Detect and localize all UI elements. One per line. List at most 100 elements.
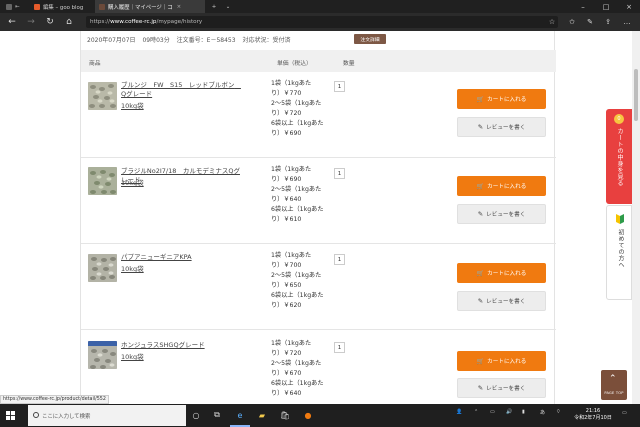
- volume-icon[interactable]: 🔊: [506, 409, 512, 415]
- ime-icon[interactable]: あ: [540, 409, 545, 416]
- chevron-down-icon: ⌄: [225, 3, 231, 10]
- cart-button-label: カートに入れる: [487, 97, 527, 103]
- refresh-icon: ↻: [46, 16, 54, 27]
- refresh-button[interactable]: ↻: [44, 16, 56, 28]
- battery-icon[interactable]: ▮: [522, 409, 525, 415]
- price-list: 1袋（1kgあた り）￥720 2〜5袋（1kgあた り）￥670 6袋以上（1…: [271, 339, 333, 399]
- write-review-button[interactable]: ✎ レビューを書く: [457, 204, 546, 224]
- product-name-link[interactable]: パプアニューギニアKPA: [121, 253, 246, 262]
- write-review-button[interactable]: ✎ レビューを書く: [457, 291, 546, 311]
- add-to-cart-button[interactable]: 🛒 カートに入れる: [457, 176, 546, 196]
- product-size-link[interactable]: 10kg袋: [121, 263, 144, 273]
- close-tab-icon[interactable]: ×: [177, 4, 182, 10]
- new-tab-button[interactable]: +: [208, 0, 220, 13]
- arrow-left-icon: ←: [8, 16, 16, 27]
- product-image[interactable]: [88, 254, 117, 282]
- review-button-label: レビューを書く: [486, 212, 526, 218]
- cart-icon: 🛒: [476, 357, 485, 365]
- add-to-cart-button[interactable]: 🛒 カートに入れる: [457, 89, 546, 109]
- network-icon[interactable]: ▭: [490, 409, 495, 415]
- back-button[interactable]: ←: [6, 16, 18, 28]
- file-explorer-icon[interactable]: ▰: [256, 409, 268, 421]
- product-image[interactable]: [88, 341, 117, 369]
- cart-icon: 🛒: [476, 95, 485, 103]
- taskbar-search-input[interactable]: ここに入力して検索: [28, 405, 186, 426]
- order-detail-button[interactable]: 注文詳細: [354, 34, 386, 44]
- product-image[interactable]: [88, 167, 117, 195]
- coffee-beans-image: [88, 167, 117, 195]
- page-top-button[interactable]: ⌃ PAGE TOP: [601, 370, 627, 400]
- product-name-link[interactable]: ホンジュラスSHGQグレード: [121, 341, 246, 350]
- table-header: 商品 単価（税込） 数量: [81, 50, 556, 72]
- page-scrollbar[interactable]: [632, 31, 640, 404]
- product-image[interactable]: [88, 82, 117, 110]
- write-review-button[interactable]: ✎ レビューを書く: [457, 117, 546, 137]
- share-button[interactable]: ⇪: [602, 16, 614, 28]
- tab-actions-button[interactable]: ⇤: [2, 0, 28, 13]
- windows-start-icon[interactable]: [6, 411, 15, 420]
- edge-browser-icon[interactable]: e: [234, 409, 246, 421]
- favorites-button[interactable]: ✩: [566, 16, 578, 28]
- side-cart-label: カートの中身を見る: [616, 128, 623, 187]
- home-button[interactable]: ⌂: [63, 16, 75, 28]
- price-line: り）￥650: [271, 282, 302, 289]
- pencil-icon: ✎: [477, 384, 484, 392]
- price-list: 1袋（1kgあた り）￥700 2〜5袋（1kgあた り）￥650 6袋以上（1…: [271, 251, 333, 311]
- notification-icon[interactable]: ▭: [622, 410, 627, 416]
- price-line: り）￥720: [271, 350, 302, 357]
- beginner-mark-icon: [616, 214, 624, 224]
- wifi-icon[interactable]: ⌔: [556, 409, 561, 415]
- product-size-link[interactable]: 10kg袋: [121, 100, 144, 110]
- browser-tab-bar: ⇤ 編集 – goo blog 購入履歴｜マイページ｜コ × + ⌄ – □ ×: [0, 0, 640, 13]
- address-bar[interactable]: https://www.coffee-rc.jp/mypage/history: [86, 16, 558, 28]
- product-size-link[interactable]: 10kg袋: [121, 177, 144, 187]
- arrow-up-icon: ⌃: [609, 374, 617, 384]
- more-button[interactable]: …: [621, 16, 633, 28]
- people-icon[interactable]: 👤: [456, 409, 462, 415]
- order-number: 注文番号：E－58453: [176, 37, 236, 44]
- cart-icon: 🛒: [476, 182, 485, 190]
- coffee-beans-image: [88, 254, 117, 282]
- product-name-link[interactable]: ブルンジ FW S15 レッドブルボン Qグレード: [121, 81, 246, 99]
- clock-date: 令和2年7月10日: [574, 415, 612, 421]
- firefox-icon[interactable]: ●: [302, 409, 314, 421]
- table-row: ブルンジ FW S15 レッドブルボン Qグレード 10kg袋 1袋（1kgあた…: [81, 72, 556, 158]
- add-to-cart-button[interactable]: 🛒 カートに入れる: [457, 263, 546, 283]
- taskbar-clock[interactable]: 21:16 令和2年7月10日: [571, 408, 615, 422]
- price-list: 1袋（1kgあた り）￥770 2〜5袋（1kgあた り）￥720 6袋以上（1…: [271, 79, 333, 139]
- page-top-label: PAGE TOP: [604, 391, 624, 395]
- order-status: 対応状況：受付済: [242, 37, 291, 44]
- scrollbar-thumb[interactable]: [634, 69, 638, 121]
- tab-list-button[interactable]: ⌄: [222, 0, 234, 13]
- favorite-star-button[interactable]: ☆: [546, 16, 558, 28]
- task-view-icon[interactable]: ⧉: [211, 409, 223, 421]
- minimize-button[interactable]: –: [572, 0, 594, 13]
- arrow-right-icon: →: [27, 16, 35, 27]
- notes-button[interactable]: ✎: [584, 16, 596, 28]
- store-icon[interactable]: 🛍: [279, 409, 291, 421]
- clock-time: 21:16: [585, 408, 601, 414]
- quantity-value: 1: [334, 254, 345, 265]
- web-page: 2020年07月07日 09時03分 注文番号：E－58453 対応状況：受付済…: [0, 31, 640, 404]
- tray-chevron-icon[interactable]: ⌃: [474, 409, 478, 415]
- tab-preview-icon: [6, 3, 12, 10]
- side-cart-button[interactable]: 0 カートの中身を見る: [606, 109, 632, 204]
- price-line: 1袋（1kgあた: [271, 80, 312, 87]
- write-review-button[interactable]: ✎ レビューを書く: [457, 378, 546, 398]
- forward-button[interactable]: →: [25, 16, 37, 28]
- side-first-time-button[interactable]: 初めての方へ: [606, 205, 632, 300]
- maximize-icon: □: [602, 2, 610, 11]
- price-line: 1袋（1kgあた: [271, 340, 312, 347]
- cortana-icon[interactable]: ○: [190, 409, 202, 421]
- maximize-button[interactable]: □: [595, 0, 617, 13]
- product-size-link[interactable]: 10kg袋: [121, 351, 144, 361]
- tab-goo-blog[interactable]: 編集 – goo blog: [30, 0, 92, 13]
- close-window-button[interactable]: ×: [618, 0, 640, 13]
- price-line: 6袋以上（1kgあた: [271, 120, 324, 127]
- add-to-cart-button[interactable]: 🛒 カートに入れる: [457, 351, 546, 371]
- tab-purchase-history[interactable]: 購入履歴｜マイページ｜コ ×: [95, 0, 205, 13]
- pencil-icon: ✎: [477, 210, 484, 218]
- header-unit-price: 単価（税込）: [277, 61, 312, 67]
- price-line: り）￥770: [271, 90, 302, 97]
- tab-label: 編集 – goo blog: [43, 4, 84, 11]
